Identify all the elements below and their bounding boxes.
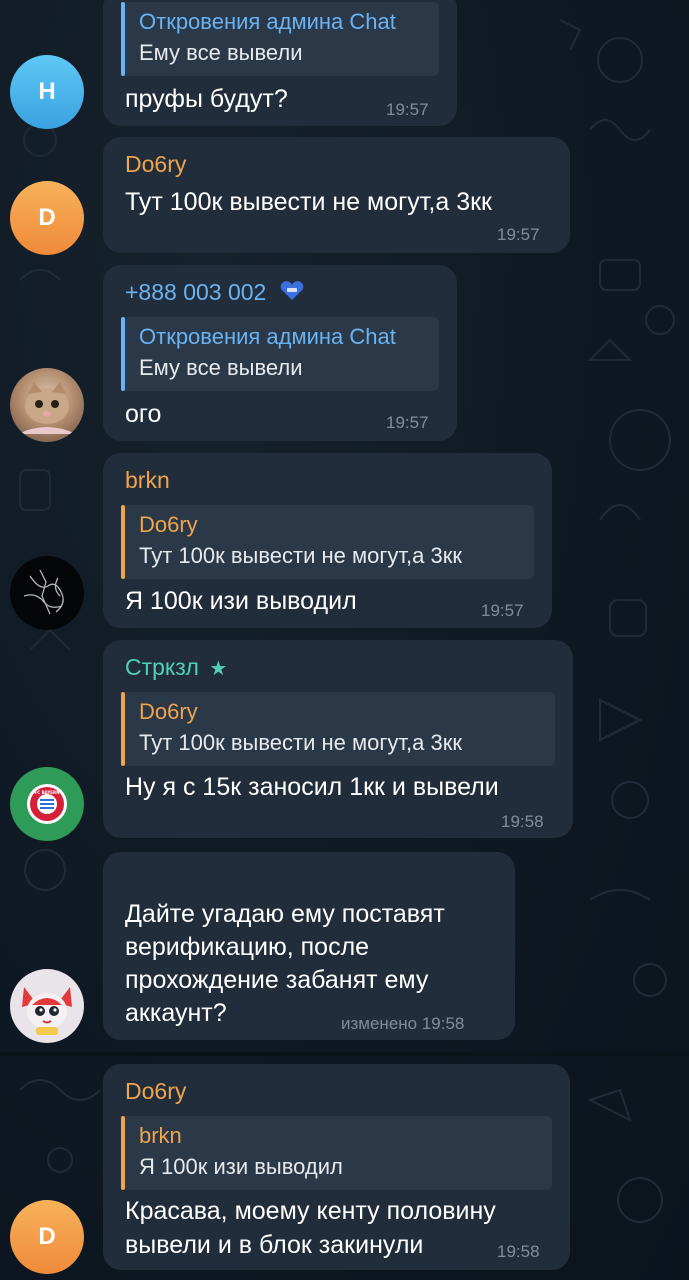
reply-author: brkn: [139, 1123, 182, 1148]
sender-name[interactable]: Стркзл ★: [125, 654, 227, 681]
avatar-d2[interactable]: D: [10, 1200, 84, 1274]
message-time: изменено 19:58: [341, 1014, 465, 1033]
reply-bar: [121, 2, 125, 76]
message-text-line-1: Дайте угадаю ему поставят: [125, 900, 445, 928]
reply-author: Do6ry: [139, 699, 198, 724]
message-time: 19:57: [481, 601, 524, 620]
reply-preview[interactable]: Do6ry Тут 100к вывести не могут,а 3кк: [121, 505, 534, 579]
message-bubble[interactable]: +888 003 002 Откровения админа Chat Ему …: [103, 265, 457, 441]
avatar-fox[interactable]: [10, 969, 84, 1043]
reply-text: Я 100к изи выводил: [139, 1154, 343, 1179]
reply-bar: [121, 317, 125, 391]
reply-author: Do6ry: [139, 512, 198, 537]
reply-text: Тут 100к вывести не могут,а 3кк: [139, 543, 462, 568]
reply-text: Ему все вывели: [139, 355, 303, 380]
reply-author: Откровения админа Chat: [139, 9, 396, 34]
reply-bar: [121, 692, 125, 766]
reply-text: Ему все вывели: [139, 40, 303, 65]
sketch-avatar-icon: [23, 569, 64, 615]
sender-name[interactable]: brkn: [125, 467, 170, 494]
sender-name[interactable]: Do6ry: [125, 151, 186, 178]
reply-preview[interactable]: Откровения админа Chat Ему все вывели: [121, 317, 439, 391]
bayern-logo-icon: FC BAYERN: [27, 784, 67, 824]
message-time: 19:58: [497, 1242, 540, 1261]
svg-text:FC BAYERN: FC BAYERN: [35, 790, 60, 795]
message-text-line-2: верификацию, после: [125, 933, 370, 961]
message-text: пруфы будут?: [125, 85, 288, 113]
message-text-line-1: Красава, моему кенту половину: [125, 1197, 496, 1225]
star-icon: ★: [209, 658, 228, 680]
message-text-line-3: прохождение забанят ему: [125, 966, 429, 994]
reply-preview[interactable]: Do6ry Тут 100к вывести не могут,а 3кк: [121, 692, 555, 766]
sender-name[interactable]: +888 003 002: [125, 279, 305, 307]
reply-bar: [121, 1116, 125, 1190]
message-time: 19:58: [501, 812, 544, 831]
message-bubble[interactable]: Do6ry brkn Я 100к изи выводил Красава, м…: [103, 1064, 570, 1270]
screenshot-divider: [0, 1052, 689, 1056]
cat-photo-icon: [18, 382, 76, 434]
reply-text: Тут 100к вывести не могут,а 3кк: [139, 730, 462, 755]
message-text-line-2: вывели и в блок закинули: [125, 1231, 424, 1259]
message-time: 19:57: [386, 413, 429, 432]
heart-badge-icon: [279, 280, 305, 307]
message-bubble[interactable]: Откровения админа Chat Ему все вывели пр…: [103, 0, 457, 126]
avatar-d[interactable]: D: [10, 181, 84, 255]
fox-character-icon: [22, 987, 72, 1035]
reply-bar: [121, 505, 125, 579]
message-bubble[interactable]: Дайте угадаю ему поставят верификацию, п…: [103, 852, 515, 1040]
avatar-bayern[interactable]: FC BAYERN: [10, 767, 84, 841]
message-time: 19:57: [386, 100, 429, 119]
message-bubble[interactable]: Стркзл ★ Do6ry Тут 100к вывести не могут…: [103, 640, 573, 838]
reply-preview[interactable]: brkn Я 100к изи выводил: [121, 1116, 552, 1190]
sender-phone: +888 003 002: [125, 279, 267, 305]
message-time: 19:57: [497, 225, 540, 244]
avatar-brkn[interactable]: [10, 556, 84, 630]
message-bubble[interactable]: brkn Do6ry Тут 100к вывести не могут,а 3…: [103, 453, 552, 628]
sender-name[interactable]: Do6ry: [125, 1078, 186, 1105]
message-text-line-4: аккаунт?: [125, 999, 227, 1027]
reply-author: Откровения админа Chat: [139, 324, 396, 349]
message-bubble[interactable]: Do6ry Тут 100к вывести не могут,а 3кк 19…: [103, 137, 570, 253]
message-text: Я 100к изи выводил: [125, 587, 357, 615]
avatar-cat[interactable]: [10, 368, 84, 442]
sender-name-text: Стркзл: [125, 654, 199, 680]
reply-preview[interactable]: Откровения админа Chat Ему все вывели: [121, 2, 439, 76]
message-text: ого: [125, 400, 162, 428]
message-text: Тут 100к вывести не могут,а 3кк: [125, 188, 492, 216]
message-text: Ну я с 15к заносил 1кк и вывели: [125, 773, 499, 801]
avatar-h[interactable]: H: [10, 55, 84, 129]
